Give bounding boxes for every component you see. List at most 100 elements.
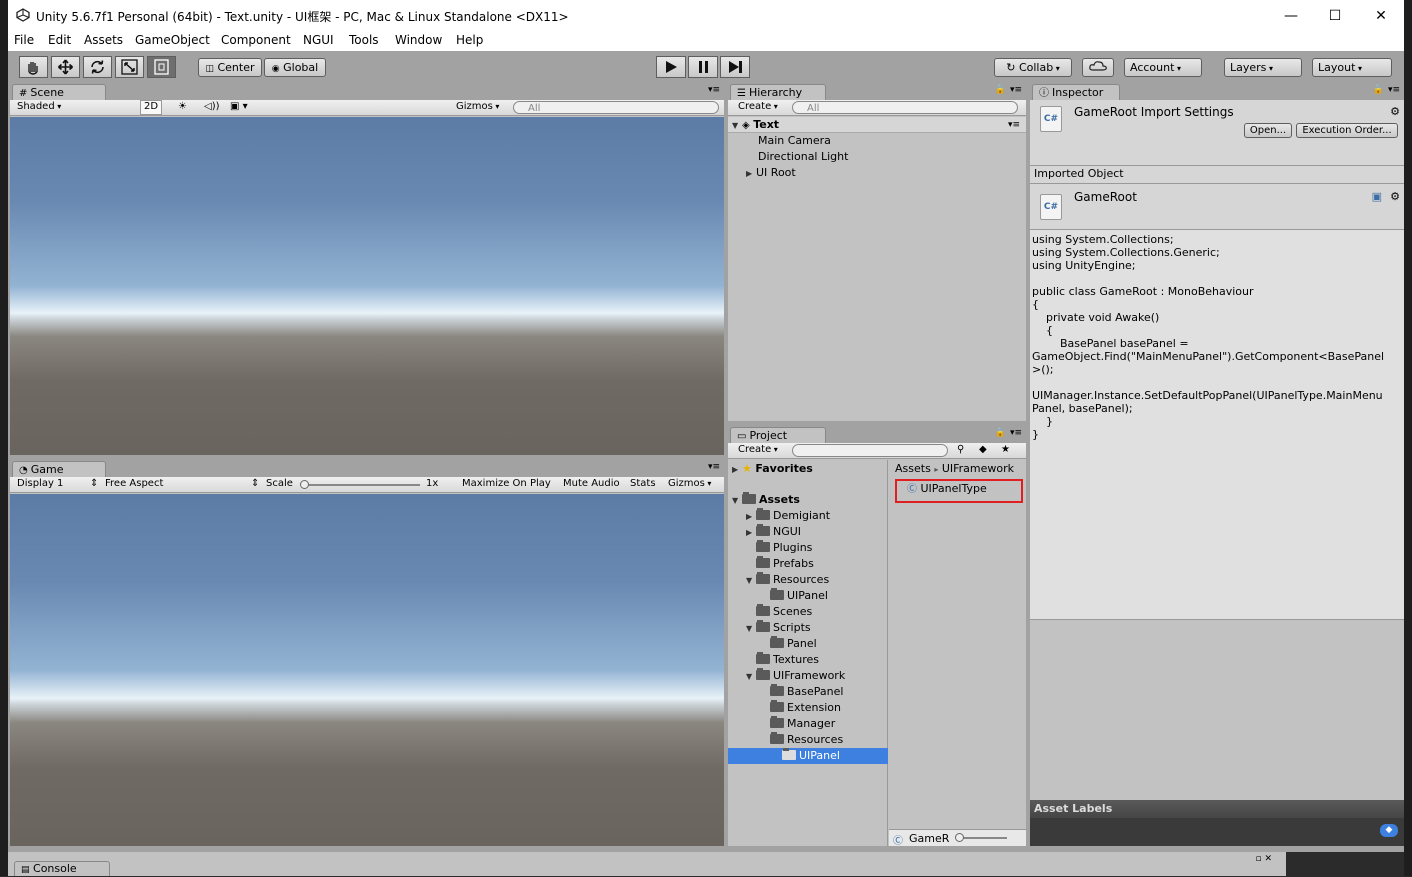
hierarchy-menu-icon[interactable]: ▾≡ <box>1010 85 1022 95</box>
hierarchy-item-ui-root[interactable]: ▶ UI Root <box>746 165 796 181</box>
aspect-dropdown[interactable]: Free Aspect <box>105 478 163 489</box>
panel-menu-icon[interactable]: ▾≡ <box>708 85 720 95</box>
minimize-button[interactable]: — <box>1276 6 1306 26</box>
collab-dropdown[interactable]: ↻ Collab <box>994 58 1072 77</box>
pivot-center-toggle[interactable]: ◫ Center <box>198 58 262 77</box>
inspector-lock-icon[interactable]: 🔒 <box>1373 85 1384 95</box>
scene-view-viewport[interactable] <box>10 117 724 455</box>
folder-row[interactable]: Textures <box>746 652 819 668</box>
asset-file-uipaneltype[interactable]: Ⓒ UIPanelType <box>907 481 987 497</box>
cloud-button[interactable] <box>1082 58 1114 77</box>
label-tag-icon[interactable]: ◆ <box>1380 824 1398 837</box>
tab-project[interactable]: ▭ Project <box>730 427 826 443</box>
menu-tools[interactable]: Tools <box>349 33 379 47</box>
console-maximize-icon[interactable]: ▫ ✕ <box>1255 854 1272 864</box>
search-by-label-icon[interactable]: ◆ <box>979 444 987 455</box>
hierarchy-lock-icon[interactable]: 🔒 <box>995 85 1006 95</box>
open-button[interactable]: Open... <box>1244 123 1292 138</box>
maximize-on-play-toggle[interactable]: Maximize On Play <box>462 478 551 489</box>
menu-window[interactable]: Window <box>395 33 442 47</box>
tab-hierarchy[interactable]: ☰ Hierarchy <box>730 84 826 100</box>
play-button[interactable] <box>656 56 686 78</box>
menu-assets[interactable]: Assets <box>84 33 123 47</box>
scale-slider-handle[interactable] <box>300 480 309 489</box>
folder-row[interactable]: UIPanel <box>760 588 828 604</box>
hierarchy-item[interactable]: Directional Light <box>758 149 848 165</box>
search-by-type-icon[interactable]: ⚲ <box>957 444 964 455</box>
object-gear-icon[interactable]: ⚙ <box>1390 190 1400 203</box>
folder-row[interactable]: UIPanel <box>728 748 888 764</box>
layers-dropdown[interactable]: Layers <box>1224 58 1302 77</box>
folder-row[interactable]: ▶ Demigiant <box>746 508 830 524</box>
folder-row[interactable]: ▶ NGUI <box>746 524 801 540</box>
pause-button[interactable] <box>688 56 718 78</box>
stats-toggle[interactable]: Stats <box>630 478 656 489</box>
icon-size-slider-handle[interactable] <box>955 833 964 842</box>
hierarchy-create-dropdown[interactable]: Create <box>738 101 778 112</box>
menu-gameobject[interactable]: GameObject <box>135 33 210 47</box>
step-button[interactable] <box>720 56 750 78</box>
breadcrumb-uiframework[interactable]: UIFramework <box>942 462 1014 475</box>
game-view-viewport[interactable] <box>10 494 724 846</box>
folder-row[interactable]: ▼ Scripts <box>746 620 811 636</box>
favorite-star-icon[interactable]: ★ <box>1001 444 1010 455</box>
scene-row-menu-icon[interactable]: ▾≡ <box>1008 117 1020 133</box>
tab-inspector[interactable]: ⓘ Inspector <box>1032 84 1120 100</box>
project-search-input[interactable] <box>792 444 948 457</box>
scale-slider[interactable] <box>302 484 420 486</box>
folder-row[interactable]: Prefabs <box>746 556 814 572</box>
scene-gizmos-dropdown[interactable]: Gizmos <box>456 101 499 112</box>
inspector-menu-icon[interactable]: ▾≡ <box>1388 85 1400 95</box>
tab-console[interactable]: ▤ Console <box>14 861 110 876</box>
project-lock-icon[interactable]: 🔒 <box>995 428 1006 438</box>
audio-toggle-icon[interactable]: ◁)) <box>204 101 220 112</box>
rotate-tool-button[interactable] <box>83 56 112 78</box>
scene-search-input[interactable]: All <box>513 101 719 114</box>
execution-order-button[interactable]: Execution Order... <box>1296 123 1398 138</box>
game-panel-menu-icon[interactable]: ▾≡ <box>708 462 720 472</box>
folder-row[interactable]: Panel <box>760 636 817 652</box>
folder-row[interactable]: Resources <box>760 732 843 748</box>
2d-toggle[interactable]: 2D <box>140 100 162 115</box>
account-dropdown[interactable]: Account <box>1124 58 1202 77</box>
menu-edit[interactable]: Edit <box>48 33 71 47</box>
folder-row[interactable]: ▼ UIFramework <box>746 668 845 684</box>
lighting-toggle-icon[interactable]: ☀ <box>178 101 187 112</box>
help-book-icon[interactable]: ▣ <box>1372 190 1382 203</box>
menu-help[interactable]: Help <box>456 33 483 47</box>
hierarchy-item[interactable]: Main Camera <box>758 133 831 149</box>
mute-audio-toggle[interactable]: Mute Audio <box>563 478 620 489</box>
folder-row[interactable]: ▼ Resources <box>746 572 829 588</box>
project-menu-icon[interactable]: ▾≡ <box>1010 428 1022 438</box>
display-dropdown[interactable]: Display 1 <box>17 478 63 489</box>
menu-file[interactable]: File <box>14 33 34 47</box>
folder-row[interactable]: BasePanel <box>760 684 843 700</box>
favorites-row[interactable]: ▶ ★ Favorites <box>732 461 813 477</box>
effects-toggle-icon[interactable]: ▣ ▾ <box>230 101 248 112</box>
scale-tool-button[interactable] <box>115 56 144 78</box>
icon-size-slider[interactable] <box>959 837 1007 839</box>
menu-ngui[interactable]: NGUI <box>303 33 334 47</box>
breadcrumb-assets[interactable]: Assets <box>895 462 931 475</box>
tab-scene[interactable]: # Scene <box>12 84 106 100</box>
close-button[interactable]: ✕ <box>1366 6 1396 26</box>
shading-dropdown[interactable]: Shaded <box>17 101 132 112</box>
pivot-global-toggle[interactable]: ◉ Global <box>264 58 326 77</box>
folder-row[interactable]: Extension <box>760 700 841 716</box>
hierarchy-search-input[interactable]: All <box>792 101 1018 114</box>
tab-game[interactable]: ◔ Game <box>12 461 106 477</box>
folder-row[interactable]: Plugins <box>746 540 812 556</box>
hand-tool-button[interactable] <box>19 56 48 78</box>
maximize-button[interactable]: ☐ <box>1320 6 1350 26</box>
layout-dropdown[interactable]: Layout <box>1312 58 1392 77</box>
project-create-dropdown[interactable]: Create <box>738 444 778 455</box>
rect-tool-button[interactable] <box>147 56 176 78</box>
scene-root-row[interactable]: ▼ ◈ Text ▾≡ <box>728 117 1026 133</box>
move-tool-button[interactable] <box>51 56 80 78</box>
folder-row[interactable]: Manager <box>760 716 835 732</box>
menu-component[interactable]: Component <box>221 33 291 47</box>
game-gizmos-dropdown[interactable]: Gizmos <box>668 478 711 489</box>
settings-gear-icon[interactable]: ⚙ <box>1390 105 1400 118</box>
assets-row[interactable]: ▼ Assets <box>732 492 800 508</box>
folder-row[interactable]: Scenes <box>746 604 812 620</box>
